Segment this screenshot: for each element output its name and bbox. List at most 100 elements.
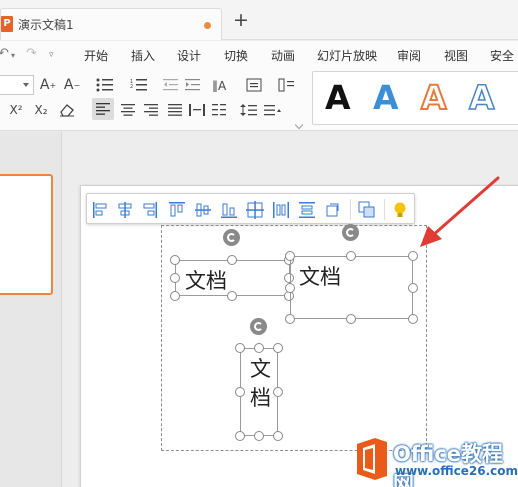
distribute-vertical-icon[interactable] xyxy=(298,201,316,219)
menu-insert[interactable]: 插入 xyxy=(131,47,155,64)
align-center-icon[interactable] xyxy=(119,101,137,119)
svg-text:2: 2 xyxy=(130,84,133,90)
distribute-icon[interactable] xyxy=(188,101,206,119)
annotation-arrow xyxy=(420,176,500,247)
resize-handle[interactable] xyxy=(346,251,356,261)
resize-handle[interactable] xyxy=(408,251,418,261)
textbox-3-text-line1[interactable]: 文 xyxy=(250,353,271,383)
menu-row: ↶ ▾ ↷ ▿ 开始 插入 设计 切换 动画 幻灯片放映 审阅 视图 安全 xyxy=(0,41,518,69)
resize-handle[interactable] xyxy=(346,314,356,324)
menu-security[interactable]: 安全 xyxy=(490,47,514,64)
watermark-url: www.office26.com xyxy=(395,464,518,478)
textbox-2[interactable]: 文档 xyxy=(290,256,413,319)
resize-handle[interactable] xyxy=(227,255,237,265)
resize-handle[interactable] xyxy=(235,387,245,397)
resize-handle[interactable] xyxy=(254,343,264,353)
toolbar-separator xyxy=(350,199,351,220)
resize-handle[interactable] xyxy=(285,314,295,324)
resize-handle[interactable] xyxy=(227,291,237,301)
columns-icon[interactable] xyxy=(212,101,230,119)
presentation-file-icon: P xyxy=(1,16,13,32)
decrease-indent-icon[interactable] xyxy=(162,76,180,94)
align-left-icon[interactable] xyxy=(92,98,114,120)
justify-icon[interactable] xyxy=(166,101,184,119)
resize-handle[interactable] xyxy=(170,255,180,265)
ribbon: A + A − 12 ‖A X² X₂ A A A A xyxy=(0,69,518,131)
office26-watermark: Office教程网 www.office26.com xyxy=(353,436,518,487)
resize-handle[interactable] xyxy=(273,343,283,353)
resize-handle[interactable] xyxy=(254,431,264,441)
redo-icon[interactable]: ↷ xyxy=(26,46,37,61)
watermark-brand: Office教程网 xyxy=(393,442,503,487)
text-art-style-black[interactable]: A xyxy=(325,78,351,118)
align-right-objects-icon[interactable] xyxy=(140,201,158,219)
new-tab-button[interactable]: + xyxy=(233,10,249,30)
align-middle-objects-icon[interactable] xyxy=(194,201,212,219)
undo-icon[interactable]: ↶ xyxy=(0,46,9,61)
align-bottom-objects-icon[interactable] xyxy=(220,201,238,219)
undo-dropdown-icon[interactable]: ▾ xyxy=(11,51,15,60)
menu-home[interactable]: 开始 xyxy=(84,47,108,64)
resize-handle[interactable] xyxy=(285,283,295,293)
resize-handle[interactable] xyxy=(170,273,180,283)
paragraph-spacing-icon[interactable] xyxy=(264,101,282,119)
align-left-objects-icon[interactable] xyxy=(92,201,110,219)
align-right-icon[interactable] xyxy=(142,101,160,119)
shrink-font-icon[interactable]: A − xyxy=(63,76,81,94)
convert-smartart-icon[interactable] xyxy=(278,76,296,94)
resize-handle[interactable] xyxy=(235,431,245,441)
resize-handle[interactable] xyxy=(273,387,283,397)
resize-handle[interactable] xyxy=(285,251,295,261)
distribute-horizontal-icon[interactable] xyxy=(272,201,290,219)
text-art-style-blue[interactable]: A xyxy=(373,78,399,118)
menu-view[interactable]: 视图 xyxy=(444,47,468,64)
align-slide-center-icon[interactable] xyxy=(246,201,264,219)
menu-review[interactable]: 审阅 xyxy=(397,47,421,64)
slide-thumbnail-pane xyxy=(0,132,62,487)
slide-thumbnail-1[interactable] xyxy=(0,174,53,295)
rotate-object-icon[interactable] xyxy=(324,201,342,219)
text-art-style-blue-outline[interactable]: A xyxy=(468,77,495,118)
office-logo-icon xyxy=(357,438,387,480)
textbox-3-text-line2[interactable]: 档 xyxy=(250,382,271,412)
subscript-icon[interactable]: X₂ xyxy=(32,101,50,119)
text-box-align-icon[interactable] xyxy=(246,76,264,94)
align-center-objects-icon[interactable] xyxy=(116,201,134,219)
rotate-handle-icon[interactable] xyxy=(223,229,240,246)
customize-quick-access-icon[interactable]: ▿ xyxy=(49,50,54,60)
rotate-handle-icon[interactable] xyxy=(342,224,359,241)
resize-handle[interactable] xyxy=(235,343,245,353)
object-align-toolbar xyxy=(86,193,415,224)
menu-transitions[interactable]: 切换 xyxy=(224,47,248,64)
increase-indent-icon[interactable] xyxy=(184,76,202,94)
font-size-select[interactable] xyxy=(0,75,34,95)
text-direction-icon[interactable]: ‖A xyxy=(212,76,230,94)
textbox-1-text[interactable]: 文档 xyxy=(185,265,227,295)
toolbar-separator xyxy=(384,199,385,220)
menu-animations[interactable]: 动画 xyxy=(271,47,295,64)
ribbon-expand-icon[interactable] xyxy=(294,120,304,130)
document-tab-title: 演示文稿1 xyxy=(18,18,74,32)
resize-handle[interactable] xyxy=(170,291,180,301)
rotate-handle-icon[interactable] xyxy=(250,318,267,335)
svg-text:‖A: ‖A xyxy=(212,79,227,92)
lightbulb-tip-icon[interactable] xyxy=(391,201,409,219)
bullets-icon[interactable] xyxy=(96,76,114,94)
resize-handle[interactable] xyxy=(273,431,283,441)
grow-font-icon[interactable]: A + xyxy=(39,76,57,94)
superscript-icon[interactable]: X² xyxy=(7,101,25,119)
text-art-gallery: A A A A xyxy=(312,71,518,125)
clear-format-icon[interactable] xyxy=(58,101,76,119)
resize-handle[interactable] xyxy=(408,314,418,324)
text-art-style-orange-outline[interactable]: A xyxy=(420,77,448,118)
menu-design[interactable]: 设计 xyxy=(177,47,201,64)
align-top-objects-icon[interactable] xyxy=(168,201,186,219)
group-objects-icon[interactable] xyxy=(358,201,376,219)
menu-slideshow[interactable]: 幻灯片放映 xyxy=(317,47,377,64)
resize-handle[interactable] xyxy=(408,283,418,293)
numbering-icon[interactable]: 12 xyxy=(130,76,148,94)
line-spacing-icon[interactable] xyxy=(240,101,258,119)
textbox-2-text[interactable]: 文档 xyxy=(299,261,341,291)
unsaved-indicator xyxy=(204,22,211,29)
document-tab[interactable]: P 演示文稿1 xyxy=(0,8,222,40)
